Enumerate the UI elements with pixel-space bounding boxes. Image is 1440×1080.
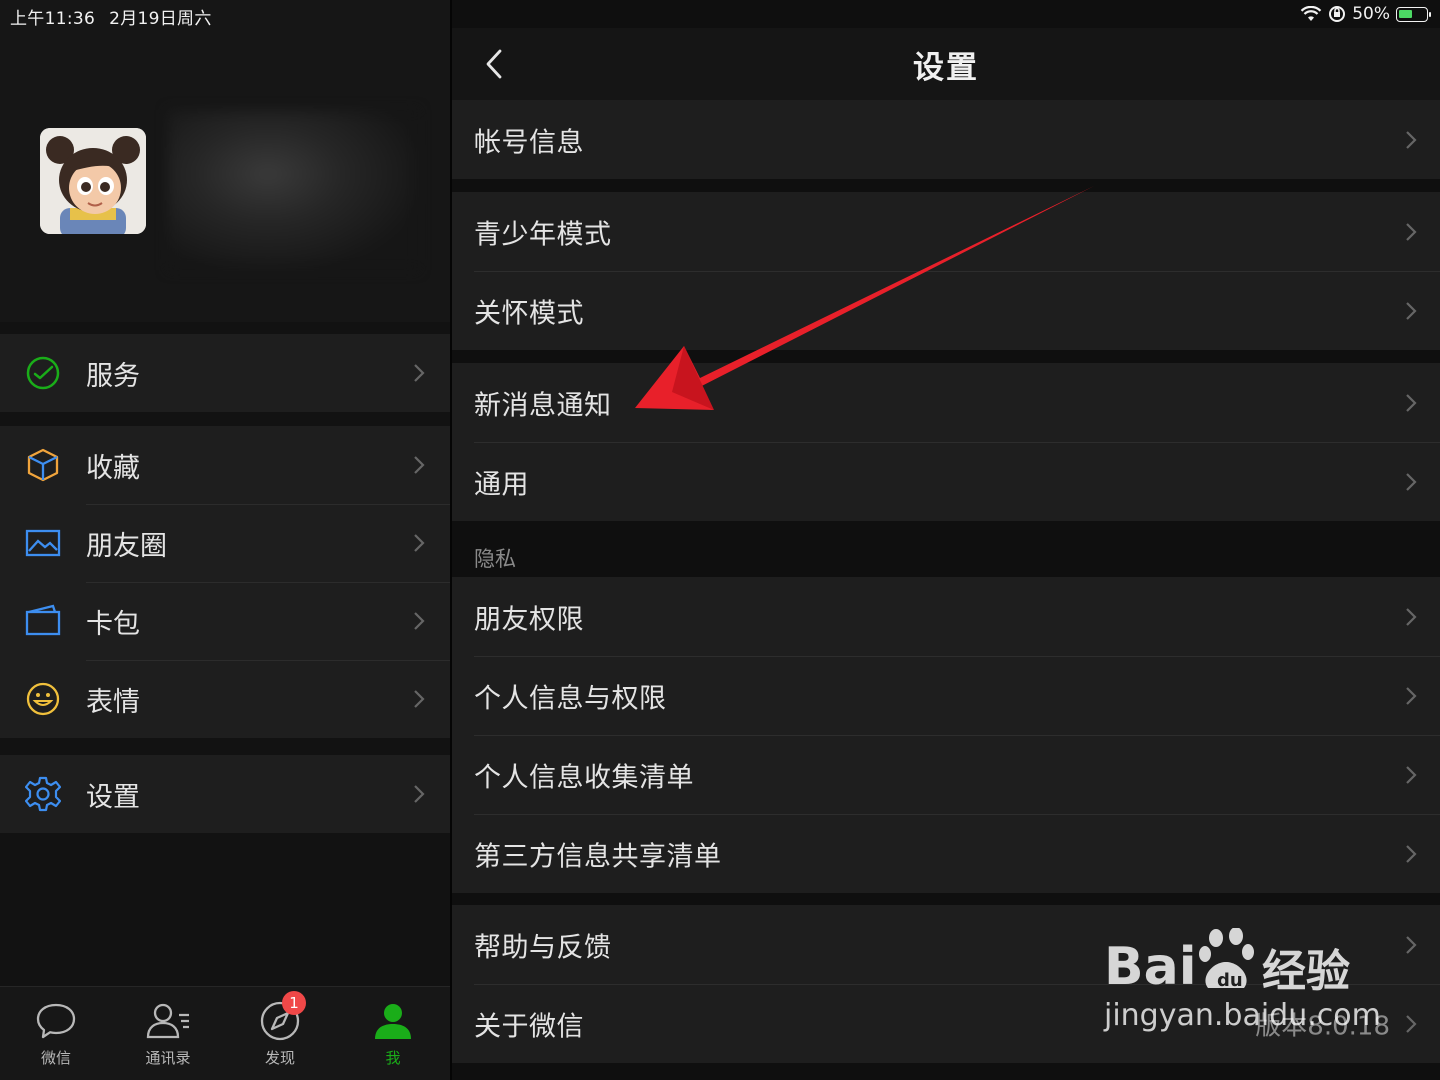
tab-label: 微信 (40, 1049, 71, 1067)
chevron-right-icon (414, 612, 425, 630)
tab-contacts[interactable]: 通讯录 (128, 999, 208, 1068)
settings-item-teen-mode[interactable]: 青少年模式 (452, 192, 1440, 271)
tab-me[interactable]: 我 (353, 999, 433, 1068)
status-bar: 上午11:36 2月19日周六 50% (0, 0, 1440, 29)
avatar-cartoon-girl-image (40, 128, 146, 234)
sidebar-item-label: 设置 (86, 781, 140, 813)
tab-discover[interactable]: 1 发现 (240, 991, 320, 1068)
tab-label: 我 (385, 1049, 401, 1067)
status-indicators: 50% (1300, 4, 1431, 24)
sidebar-item-label: 表情 (86, 686, 140, 718)
wifi-icon (1300, 6, 1322, 21)
page-title: 设置 (913, 50, 979, 86)
settings-group-account: 帐号信息 (452, 100, 1440, 179)
status-time-date: 上午11:36 2月19日周六 (10, 4, 212, 29)
settings-gear-icon (24, 775, 62, 813)
chevron-right-icon (414, 456, 425, 474)
moments-image-icon (24, 524, 62, 562)
sidebar-group-service: 服务 (0, 334, 450, 412)
settings-item-label: 关于微信 (474, 1011, 584, 1042)
sidebar-item-stickers[interactable]: 表情 (0, 660, 450, 738)
favorites-cube-icon (24, 446, 62, 484)
settings-item-label: 第三方信息共享清单 (474, 841, 722, 872)
chevron-right-icon (1406, 301, 1417, 320)
sidebar-item-favorites[interactable]: 收藏 (0, 426, 450, 504)
sidebar-item-settings[interactable]: 设置 (0, 755, 450, 833)
settings-group-notifications: 新消息通知 通用 (452, 363, 1440, 521)
settings-item-label: 通用 (474, 469, 529, 500)
profile-header[interactable] (0, 0, 450, 322)
chevron-right-icon (1406, 844, 1417, 863)
chevron-right-icon (414, 534, 425, 552)
settings-item-personal-info-collection-list[interactable]: 个人信息收集清单 (452, 735, 1440, 814)
settings-item-friend-permissions[interactable]: 朋友权限 (452, 577, 1440, 656)
chevron-right-icon (1406, 393, 1417, 412)
settings-item-new-message-notifications[interactable]: 新消息通知 (452, 363, 1440, 442)
settings-item-label: 帮助与反馈 (474, 932, 612, 963)
sidebar-item-label: 收藏 (86, 452, 140, 484)
me-person-icon (375, 1004, 411, 1039)
status-time: 上午11:36 (10, 9, 96, 29)
settings-item-label: 青少年模式 (474, 219, 612, 250)
settings-item-account-info[interactable]: 帐号信息 (452, 100, 1440, 179)
tab-chats[interactable]: 微信 (16, 999, 96, 1068)
avatar[interactable] (40, 128, 146, 234)
chevron-right-icon (414, 690, 425, 708)
blurred-nickname (168, 110, 418, 270)
chevron-right-icon (1406, 686, 1417, 705)
chevron-right-icon (1406, 765, 1417, 784)
settings-panel: 设置 帐号信息 青少年模式 关怀模式 新消息通知 通用 隐私 朋友权限 个人信息… (452, 0, 1440, 1080)
settings-group-modes: 青少年模式 关怀模式 (452, 192, 1440, 350)
settings-group-privacy: 朋友权限 个人信息与权限 个人信息收集清单 第三方信息共享清单 (452, 577, 1440, 893)
settings-item-label: 个人信息与权限 (474, 683, 667, 714)
battery-percent: 50% (1352, 4, 1390, 24)
chevron-right-icon (1406, 222, 1417, 241)
sticker-smile-icon (24, 680, 62, 718)
chevron-right-icon (1406, 935, 1417, 954)
chevron-right-icon (414, 364, 425, 382)
settings-item-label: 个人信息收集清单 (474, 762, 694, 793)
card-wallet-icon (24, 602, 62, 640)
settings-item-about-wechat[interactable]: 关于微信 版本8.0.18 (452, 984, 1440, 1063)
chevron-right-icon (1406, 607, 1417, 626)
battery-icon (1396, 6, 1431, 22)
sidebar-item-service[interactable]: 服务 (0, 334, 450, 412)
settings-item-personal-info-permissions[interactable]: 个人信息与权限 (452, 656, 1440, 735)
settings-item-label: 关怀模式 (474, 298, 584, 329)
notification-badge: 1 (282, 991, 306, 1015)
battery-fill (1399, 9, 1412, 18)
contacts-icon (146, 1003, 189, 1039)
tab-label: 发现 (264, 1049, 295, 1067)
navigation-bar: 设置 (452, 28, 1440, 100)
sidebar-item-moments[interactable]: 朋友圈 (0, 504, 450, 582)
chevron-right-icon (1406, 472, 1417, 491)
chevron-right-icon (1406, 130, 1417, 149)
settings-item-label: 新消息通知 (474, 390, 612, 421)
me-sidebar: 服务 收藏 朋友圈 卡包 表情 设置 微信 通讯录 1 发现 我 (0, 0, 450, 1080)
sidebar-item-label: 朋友圈 (86, 530, 167, 562)
tab-label: 通讯录 (145, 1049, 191, 1067)
settings-item-help-feedback[interactable]: 帮助与反馈 (452, 905, 1440, 984)
settings-item-label: 朋友权限 (474, 604, 584, 635)
service-icon (24, 354, 62, 392)
settings-item-third-party-sharing-list[interactable]: 第三方信息共享清单 (452, 814, 1440, 893)
chevron-right-icon (1406, 1014, 1417, 1033)
sidebar-item-card-wallet[interactable]: 卡包 (0, 582, 450, 660)
sidebar-item-label: 服务 (86, 360, 140, 392)
chat-bubble-icon (36, 1003, 76, 1039)
section-header-privacy: 隐私 (474, 547, 516, 571)
settings-item-label: 帐号信息 (474, 127, 584, 158)
settings-group-about: 帮助与反馈 关于微信 版本8.0.18 (452, 905, 1440, 1063)
sidebar-item-label: 卡包 (86, 608, 140, 640)
sidebar-group-settings: 设置 (0, 755, 450, 833)
chevron-right-icon (414, 785, 425, 803)
status-date: 2月19日周六 (109, 9, 212, 29)
settings-item-general[interactable]: 通用 (452, 442, 1440, 521)
tab-bar: 微信 通讯录 1 发现 我 (0, 986, 450, 1080)
settings-item-care-mode[interactable]: 关怀模式 (452, 271, 1440, 350)
version-value: 版本8.0.18 (1255, 1011, 1390, 1041)
orientation-lock-icon (1329, 6, 1346, 22)
sidebar-group-main: 收藏 朋友圈 卡包 表情 (0, 426, 450, 738)
